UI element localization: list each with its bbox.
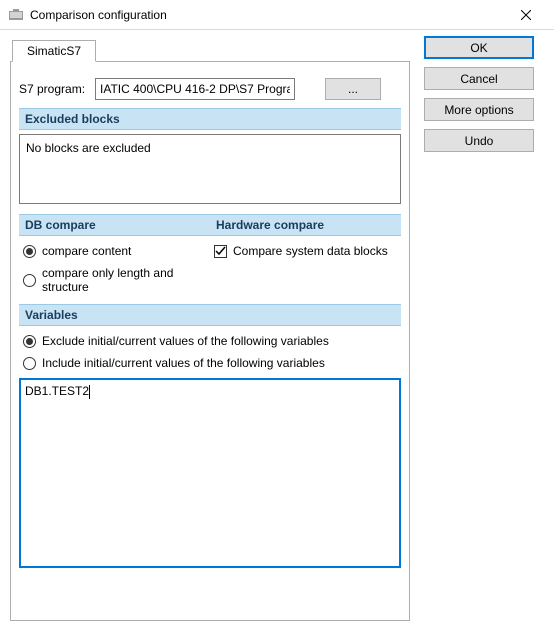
undo-button[interactable]: Undo <box>424 129 534 152</box>
radio-include-vars[interactable]: Include initial/current values of the fo… <box>19 352 401 374</box>
titlebar: Comparison configuration <box>0 0 554 30</box>
radio-label: compare content <box>42 244 131 258</box>
radio-icon <box>23 357 36 370</box>
excluded-blocks-text: No blocks are excluded <box>26 141 151 155</box>
program-label: S7 program: <box>19 82 89 96</box>
radio-compare-content[interactable]: compare content <box>19 240 210 262</box>
radio-compare-length[interactable]: compare only length and structure <box>19 262 210 298</box>
section-variables: Variables <box>19 304 401 326</box>
close-button[interactable] <box>506 1 546 29</box>
radio-icon <box>23 274 36 287</box>
program-input[interactable] <box>95 78 295 100</box>
tab-simatics7[interactable]: SimaticS7 <box>12 40 96 62</box>
radio-exclude-vars[interactable]: Exclude initial/current values of the fo… <box>19 330 401 352</box>
section-excluded-blocks: Excluded blocks <box>19 108 401 130</box>
app-icon <box>8 7 24 23</box>
variables-textarea[interactable]: DB1.TEST2 <box>19 378 401 568</box>
radio-icon <box>23 335 36 348</box>
button-label: Undo <box>465 134 494 148</box>
browse-button[interactable]: ... <box>325 78 381 100</box>
ok-button[interactable]: OK <box>424 36 534 59</box>
excluded-blocks-box[interactable]: No blocks are excluded <box>19 134 401 204</box>
tab-label: SimaticS7 <box>27 44 81 58</box>
tab-page: S7 program: ... Excluded blocks No block… <box>10 61 410 621</box>
more-options-button[interactable]: More options <box>424 98 534 121</box>
window-title: Comparison configuration <box>30 8 506 22</box>
radio-label: Include initial/current values of the fo… <box>42 356 325 370</box>
button-label: More options <box>444 103 513 117</box>
check-system-blocks[interactable]: Compare system data blocks <box>210 240 401 262</box>
check-label: Compare system data blocks <box>233 244 388 258</box>
radio-icon <box>23 245 36 258</box>
radio-label: Exclude initial/current values of the fo… <box>42 334 329 348</box>
text-cursor <box>89 385 90 399</box>
variables-value: DB1.TEST2 <box>25 384 89 398</box>
browse-label: ... <box>348 82 358 96</box>
section-db-compare: DB compare <box>19 214 210 236</box>
cancel-button[interactable]: Cancel <box>424 67 534 90</box>
section-hw-compare: Hardware compare <box>210 214 401 236</box>
button-label: OK <box>470 41 487 55</box>
radio-label: compare only length and structure <box>42 266 206 294</box>
button-label: Cancel <box>460 72 497 86</box>
checkbox-icon <box>214 245 227 258</box>
